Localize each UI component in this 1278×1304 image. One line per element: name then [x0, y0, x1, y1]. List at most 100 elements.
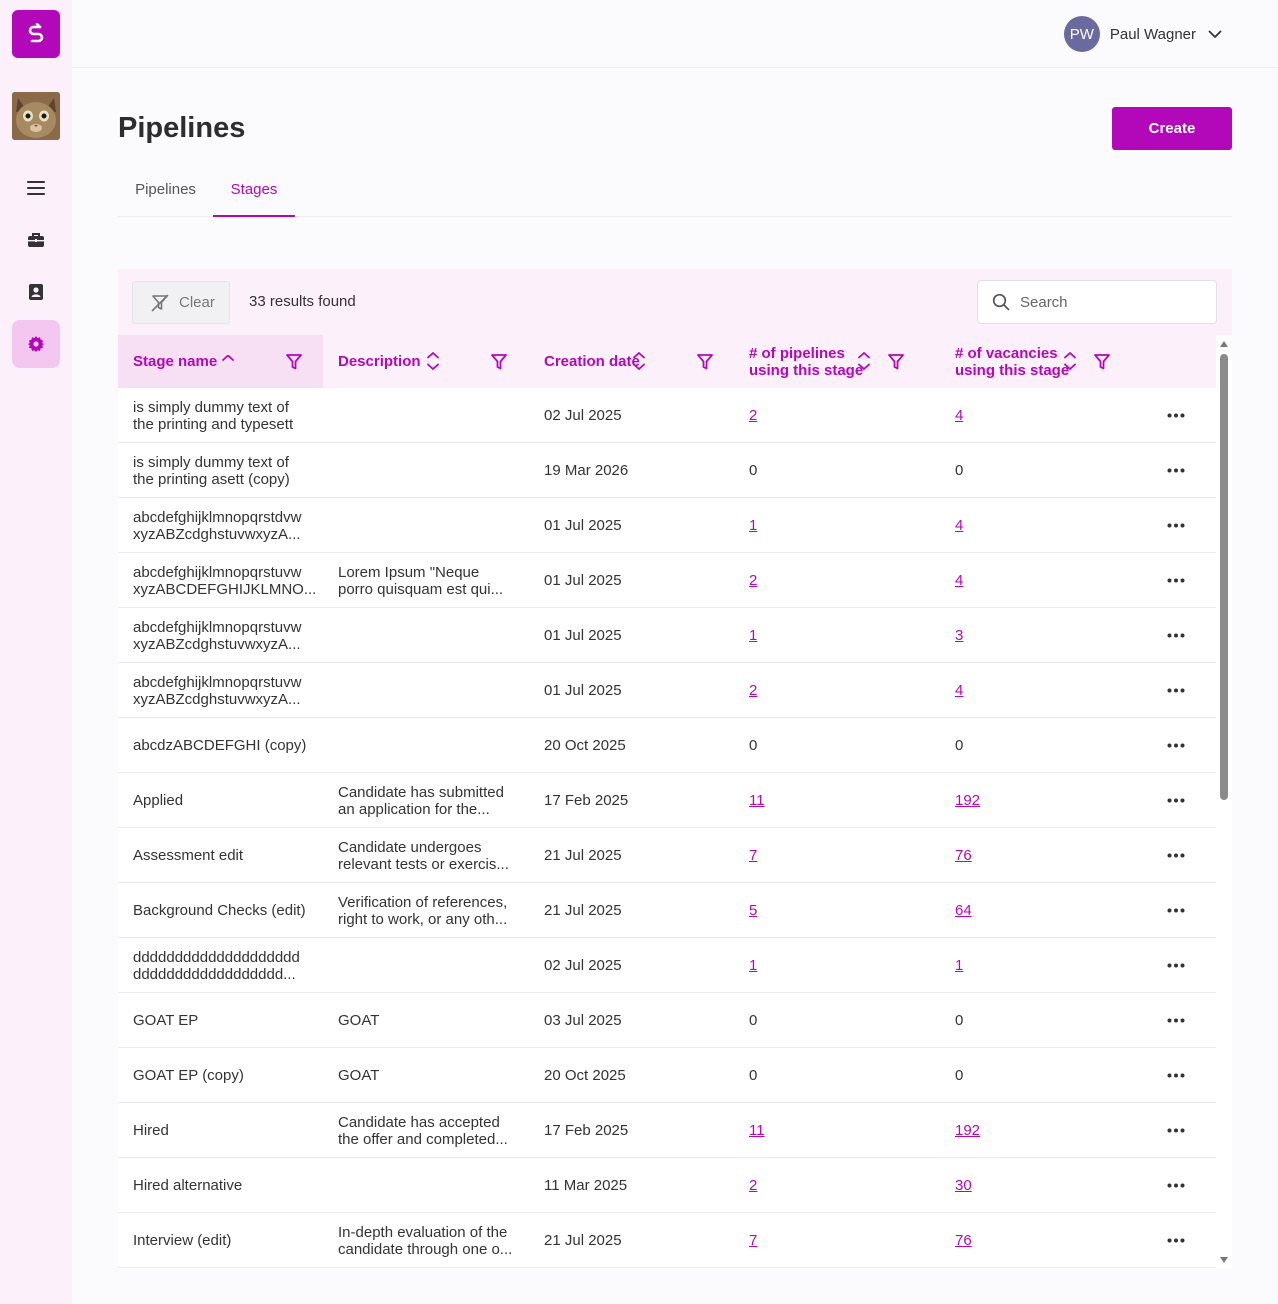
- table-row[interactable]: abcdefghijklmnopqrstuvw xyzABZcdghstuvwx…: [118, 608, 1216, 663]
- more-dots-icon[interactable]: [1167, 1018, 1185, 1023]
- tab-stages[interactable]: Stages: [213, 168, 295, 217]
- scroll-up-icon[interactable]: [1219, 340, 1229, 348]
- column-header[interactable]: # of vacancies using this stage: [940, 335, 1145, 388]
- table-row[interactable]: dddddddddddddddddddd dddddddddddddddddd.…: [118, 938, 1216, 993]
- column-header[interactable]: Stage name: [118, 335, 323, 388]
- table-row[interactable]: is simply dummy text of the printing and…: [118, 388, 1216, 443]
- description-cell: [338, 718, 518, 773]
- pipelines-count-link[interactable]: 2: [749, 572, 757, 589]
- name-cell: Interview (edit): [133, 1213, 313, 1268]
- column-header[interactable]: Creation date: [529, 335, 734, 388]
- vacancies-count-link[interactable]: 76: [955, 1232, 972, 1249]
- filter-icon[interactable]: [1093, 353, 1111, 371]
- create-button[interactable]: Create: [1112, 107, 1232, 150]
- description-cell: [338, 443, 518, 498]
- date-cell: 21 Jul 2025: [544, 883, 724, 938]
- pipelines-count-link[interactable]: 11: [749, 792, 765, 809]
- column-header[interactable]: # of pipelines using this stage: [734, 335, 940, 388]
- more-dots-icon[interactable]: [1167, 1183, 1185, 1188]
- pipelines-count-link[interactable]: 1: [749, 957, 757, 974]
- table-row[interactable]: Assessment edit Candidate undergoes relev…: [118, 828, 1216, 883]
- search-input[interactable]: [1020, 293, 1200, 311]
- table-row[interactable]: Hired Candidate has accepted the offer an…: [118, 1103, 1216, 1158]
- more-dots-icon[interactable]: [1167, 688, 1185, 693]
- search-box[interactable]: [977, 280, 1217, 324]
- menu-icon[interactable]: [12, 164, 60, 212]
- filter-icon[interactable]: [490, 353, 508, 371]
- vacancies-count-link[interactable]: 192: [955, 1122, 980, 1139]
- table-row[interactable]: Interview (edit) In-depth evaluation of t…: [118, 1213, 1216, 1268]
- table-row[interactable]: abcdefghijklmnopqrstuvw xyzABCDEFGHIJKLM…: [118, 553, 1216, 608]
- settings-icon[interactable]: [12, 320, 60, 368]
- more-dots-icon[interactable]: [1167, 1128, 1185, 1133]
- more-dots-icon[interactable]: [1167, 523, 1185, 528]
- description-cell: Candidate has submitted an application f…: [338, 773, 518, 828]
- scroll-thumb[interactable]: [1220, 354, 1228, 800]
- pipelines-count-link[interactable]: 11: [749, 1122, 765, 1139]
- pipelines-count-link[interactable]: 2: [749, 407, 757, 424]
- contacts-icon[interactable]: [12, 268, 60, 316]
- vacancies-count-link[interactable]: 30: [955, 1177, 972, 1194]
- pipelines-count-link[interactable]: 5: [749, 902, 757, 919]
- table-row[interactable]: abcdzABCDEFGHI (copy) 20 Oct 2025 0 0: [118, 718, 1216, 773]
- vacancies-count-link[interactable]: 3: [955, 627, 963, 644]
- more-dots-icon[interactable]: [1167, 413, 1185, 418]
- vacancies-count-link[interactable]: 4: [955, 572, 963, 589]
- scroll-down-icon[interactable]: [1219, 1256, 1229, 1264]
- tab-pipelines[interactable]: Pipelines: [118, 168, 213, 217]
- pipelines-count-link[interactable]: 7: [749, 1232, 757, 1249]
- more-dots-icon[interactable]: [1167, 578, 1185, 583]
- vacancies-count-link[interactable]: 4: [955, 407, 963, 424]
- date-cell: 20 Oct 2025: [544, 1048, 724, 1103]
- column-header-label: Stage name: [133, 353, 218, 370]
- clear-filters-button[interactable]: Clear: [132, 281, 230, 324]
- pipelines-count-link[interactable]: 1: [749, 517, 757, 534]
- table-row[interactable]: GOAT EP (copy) GOAT 20 Oct 2025 0 0: [118, 1048, 1216, 1103]
- sort-icon[interactable]: [1060, 352, 1080, 370]
- vacancies-count-link[interactable]: 4: [955, 682, 963, 699]
- table-row[interactable]: Background Checks (edit) Verification of …: [118, 883, 1216, 938]
- vacancies-count-link[interactable]: 1: [955, 957, 963, 974]
- sort-icon[interactable]: [854, 352, 874, 370]
- vacancies-count-link[interactable]: 192: [955, 792, 980, 809]
- pipelines-count-link[interactable]: 7: [749, 847, 757, 864]
- sort-icon[interactable]: [629, 352, 649, 370]
- pipelines-count-link[interactable]: 2: [749, 1177, 757, 1194]
- table-row[interactable]: GOAT EP GOAT 03 Jul 2025 0 0: [118, 993, 1216, 1048]
- table-row[interactable]: abcdefghijklmnopqrstdvw xyzABZcdghstuvwx…: [118, 498, 1216, 553]
- more-dots-icon[interactable]: [1167, 853, 1185, 858]
- sort-icon[interactable]: [423, 352, 443, 370]
- description-text: Verification of references, right to wor…: [338, 893, 508, 928]
- more-dots-icon[interactable]: [1167, 798, 1185, 803]
- more-dots-icon[interactable]: [1167, 468, 1185, 473]
- vacancies-count-link[interactable]: 4: [955, 517, 963, 534]
- column-header[interactable]: Description: [323, 335, 529, 388]
- table-row[interactable]: is simply dummy text of the printing ase…: [118, 443, 1216, 498]
- name-text: Interview (edit): [133, 1232, 232, 1249]
- more-dots-icon[interactable]: [1167, 1238, 1185, 1243]
- more-dots-icon[interactable]: [1167, 633, 1185, 638]
- more-dots-icon[interactable]: [1167, 908, 1185, 913]
- filter-icon[interactable]: [696, 353, 714, 371]
- vacancies-count-link[interactable]: 76: [955, 847, 972, 864]
- briefcase-icon[interactable]: [12, 216, 60, 264]
- table-row[interactable]: Hired alternative 11 Mar 2025 2 30: [118, 1158, 1216, 1213]
- more-dots-icon[interactable]: [1167, 743, 1185, 748]
- table-row[interactable]: Applied Candidate has submitted an applic…: [118, 773, 1216, 828]
- sort-ascending-icon[interactable]: [218, 355, 238, 373]
- filter-icon[interactable]: [285, 353, 303, 371]
- user-menu[interactable]: PW Paul Wagner: [1063, 16, 1222, 52]
- chevron-down-icon[interactable]: [1208, 30, 1222, 39]
- pipelines-count-link[interactable]: 2: [749, 682, 757, 699]
- table-row[interactable]: abcdefghijklmnopqrstuvw xyzABZcdghstuvwx…: [118, 663, 1216, 718]
- vacancies-count-link[interactable]: 64: [955, 902, 972, 919]
- name-cell: GOAT EP: [133, 993, 313, 1048]
- cat-avatar[interactable]: [12, 92, 60, 140]
- more-dots-icon[interactable]: [1167, 963, 1185, 968]
- pipelines-cell: 0: [749, 993, 809, 1048]
- more-dots-icon[interactable]: [1167, 1073, 1185, 1078]
- pipelines-count-link[interactable]: 1: [749, 627, 757, 644]
- filter-icon[interactable]: [887, 353, 905, 371]
- table-scrollbar[interactable]: [1216, 338, 1232, 1268]
- logo-icon[interactable]: [12, 10, 60, 58]
